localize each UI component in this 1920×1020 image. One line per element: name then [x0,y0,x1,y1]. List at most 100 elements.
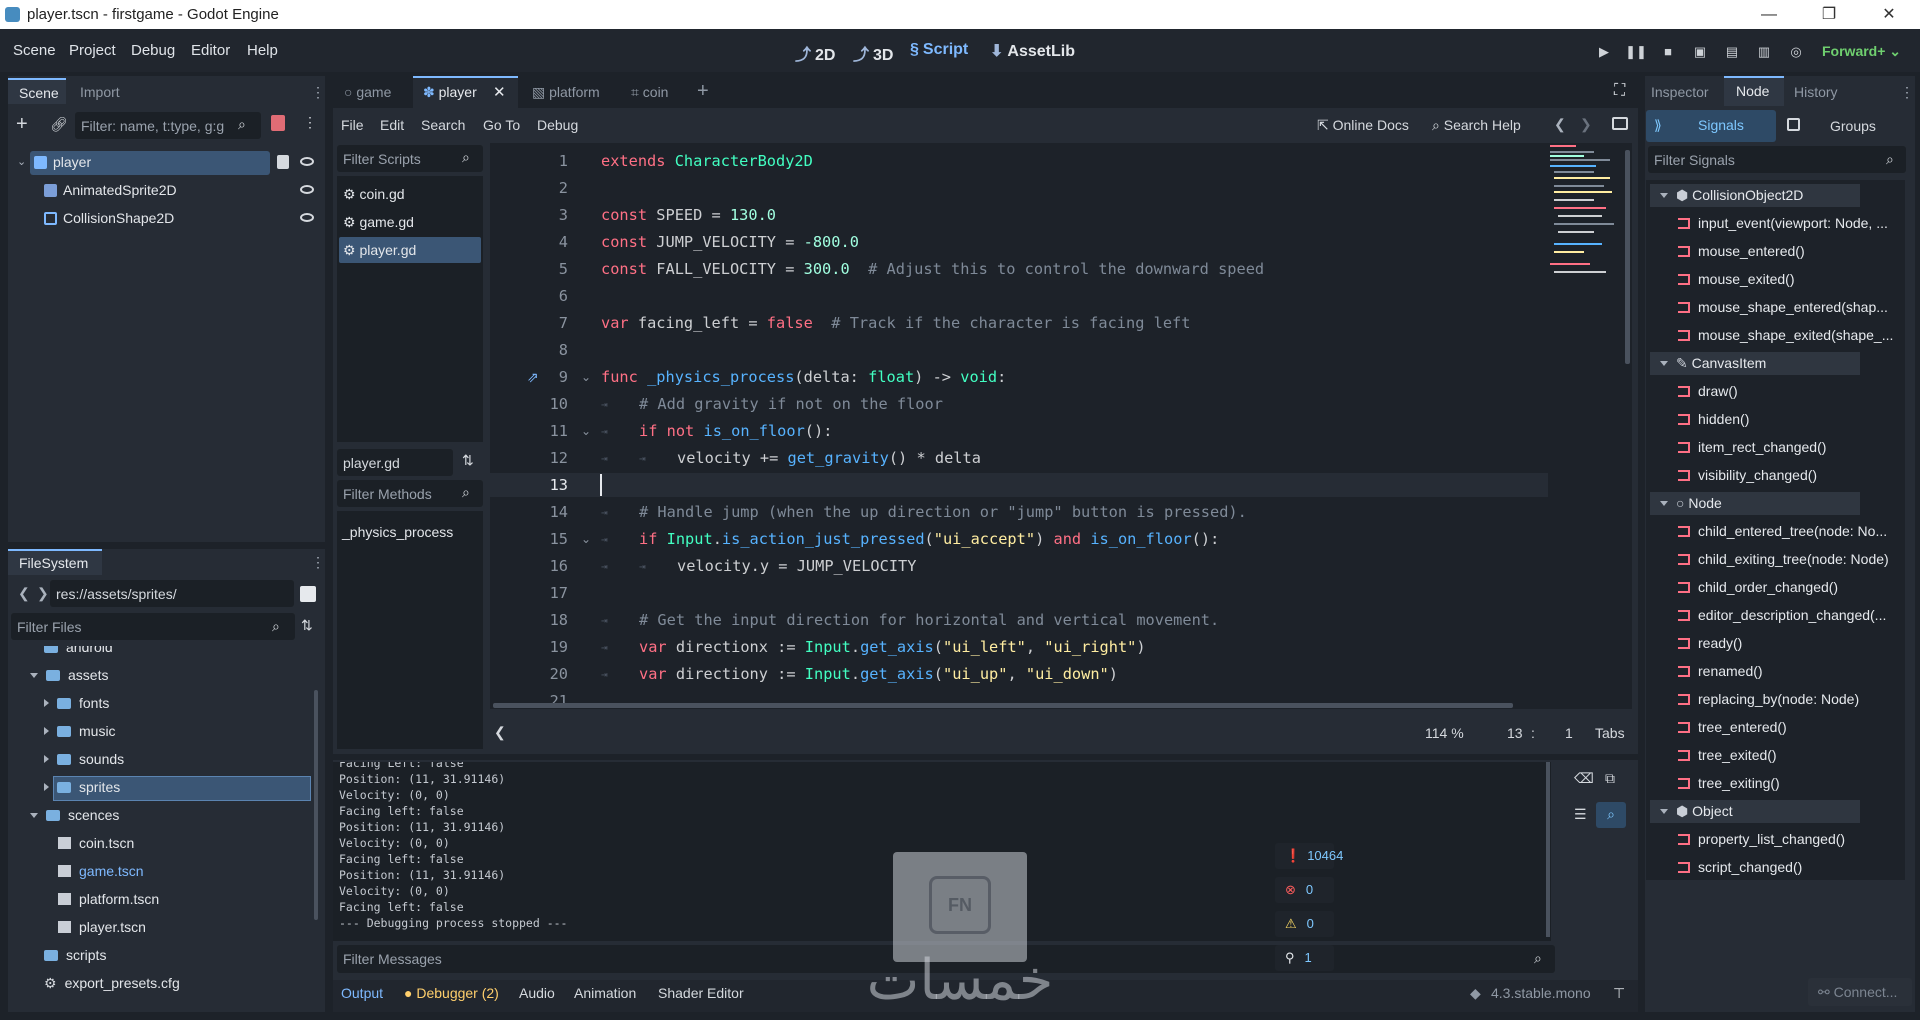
scene-filter-input[interactable]: Filter: name, t:type, g:g [75,112,261,139]
node-player[interactable]: player [34,154,91,170]
remote-debug-icon[interactable]: ▣ [1689,41,1711,63]
tab-history[interactable]: History [1794,84,1838,100]
node-animatedsprite2d[interactable]: AnimatedSprite2D [44,182,177,198]
script-menu-goto[interactable]: Go To [483,117,520,133]
folder-android[interactable]: android [44,646,113,655]
connect-button[interactable]: ⚯ Connect... [1808,978,1912,1006]
clear-output-icon[interactable]: ⌫ [1574,770,1594,787]
visibility-eye-icon[interactable] [300,213,314,222]
signal-item[interactable]: hidden() [1678,411,1749,427]
signal-item[interactable]: input_event(viewport: Node, ... [1678,215,1888,231]
stop-icon[interactable]: ■ [1657,41,1679,63]
folder-sprites[interactable]: sprites [44,779,120,795]
file-coin-tscn[interactable]: coin.tscn [58,835,134,851]
workspace-assetlib[interactable]: ⬇ AssetLib [990,41,1075,61]
signal-item[interactable]: ready() [1678,635,1742,651]
script-menu-search[interactable]: Search [421,117,465,133]
signals-tab[interactable]: ⟫ Signals [1646,110,1776,142]
signal-item[interactable]: mouse_shape_entered(shap... [1678,299,1888,315]
scene-menu-icon[interactable]: ⋮ [303,114,317,131]
folder-scripts[interactable]: scripts [44,947,106,963]
menu-scene[interactable]: Scene [13,42,56,59]
forward-icon[interactable]: ❯ [37,585,49,602]
path-field[interactable]: res://assets/sprites/ [50,580,294,607]
toggle-panel-icon[interactable] [1612,117,1628,130]
signal-item[interactable]: mouse_entered() [1678,243,1805,259]
filesystem-scrollbar[interactable] [314,690,318,920]
close-button[interactable]: ✕ [1860,0,1918,29]
online-docs-button[interactable]: ⇱ Online Docs [1317,117,1409,134]
tab-platform[interactable]: ▧ platform [532,84,600,101]
code-vscrollbar[interactable] [1625,150,1630,364]
code-minimap[interactable] [1548,143,1624,303]
dock-menu-icon[interactable]: ⋮ [1900,84,1914,101]
signal-item[interactable]: item_rect_changed() [1678,439,1826,455]
signal-group-canvasitem[interactable]: ✎ CanvasItem [1650,352,1860,375]
filter-signals-input[interactable]: Filter Signals [1648,146,1906,173]
signal-item[interactable]: mouse_exited() [1678,271,1795,287]
zoom-level[interactable]: 114 % [1425,725,1464,741]
workspace-script[interactable]: § Script [910,41,968,59]
code-hscrollbar[interactable] [493,703,1513,708]
warning-counter[interactable]: ⚠ 0 [1275,911,1334,937]
signal-group-node[interactable]: ○ Node [1650,492,1860,515]
signal-item[interactable]: property_list_changed() [1678,831,1845,847]
script-item-game[interactable]: ⚙ game.gd [343,214,414,231]
link-icon[interactable]: 🔗︎ [50,116,68,133]
script-menu-edit[interactable]: Edit [380,117,404,133]
script-attach-icon[interactable] [271,115,285,131]
back-icon[interactable]: ❮ [18,585,30,602]
file-platform-tscn[interactable]: platform.tscn [58,891,159,907]
tab-inspector[interactable]: Inspector [1651,84,1709,100]
tab-game[interactable]: ○ game [344,84,391,100]
signal-item[interactable]: mouse_shape_exited(shape_... [1678,327,1893,343]
error-counter[interactable]: ⊗ 0 [1275,877,1334,903]
renderer-select[interactable]: Forward+ ⌄ [1822,43,1901,60]
sort-icon[interactable]: ⇅ [462,452,474,469]
indent-mode[interactable]: Tabs [1595,725,1625,741]
script-menu-file[interactable]: File [341,117,364,133]
search-toggle-icon[interactable]: ⌕ [1596,802,1626,828]
signal-item[interactable]: tree_exiting() [1678,775,1780,791]
groups-tab[interactable]: Groups [1830,118,1876,134]
signal-group-collisionobject2d[interactable]: ⬢ CollisionObject2D [1650,184,1860,207]
fold-icon[interactable]: ⌄ [581,370,591,384]
workspace-3d[interactable]: ⤴ 3D [853,41,893,65]
file-game-tscn[interactable]: game.tscn [58,863,144,879]
menu-debug[interactable]: Debug [131,42,175,59]
output-scrollbar[interactable] [1546,762,1550,937]
visibility-eye-icon[interactable] [300,185,314,194]
signal-item[interactable]: child_entered_tree(node: No... [1678,523,1887,539]
menu-help[interactable]: Help [247,42,278,59]
search-help-button[interactable]: ⌕ Search Help [1432,117,1521,134]
fold-icon[interactable]: ⌄ [581,424,591,438]
tab-filesystem[interactable]: FileSystem [8,549,102,575]
collapse-icon[interactable]: ⌄ [17,155,26,168]
signal-item[interactable]: renamed() [1678,663,1763,679]
message-counter[interactable]: ❗ 10464 [1275,843,1343,869]
copy-icon[interactable]: ⧉ [1605,770,1615,787]
pin-icon[interactable]: ⊤ [1613,985,1625,1002]
tab-shader-editor[interactable]: Shader Editor [658,985,744,1001]
tab-debugger[interactable]: ● Debugger (2) [404,985,499,1001]
menu-project[interactable]: Project [69,42,116,59]
next-script-icon[interactable]: ❯ [1580,116,1592,133]
script-item-coin[interactable]: ⚙ coin.gd [343,186,405,203]
script-menu-debug[interactable]: Debug [537,117,578,133]
signal-item[interactable]: replacing_by(node: Node) [1678,691,1859,707]
pause-icon[interactable]: ❚❚ [1625,41,1647,63]
method-physics-process[interactable]: _physics_process [342,524,453,540]
fold-icon[interactable]: ⌄ [581,532,591,546]
tab-output[interactable]: Output [341,985,383,1001]
signal-group-object[interactable]: ⬢ Object [1650,800,1860,823]
folder-sounds[interactable]: sounds [44,751,124,767]
movie-maker-icon[interactable]: ◎ [1785,41,1807,63]
tab-scene[interactable]: Scene [8,78,66,104]
add-node-icon[interactable]: + [16,113,28,136]
menu-editor[interactable]: Editor [191,42,230,59]
play-icon[interactable]: ▶ [1593,41,1615,63]
signal-item[interactable]: tree_exited() [1678,747,1777,763]
signal-item[interactable]: draw() [1678,383,1738,399]
dock-menu-icon[interactable]: ⋮ [311,84,325,101]
signal-item[interactable]: child_exiting_tree(node: Node) [1678,551,1889,567]
